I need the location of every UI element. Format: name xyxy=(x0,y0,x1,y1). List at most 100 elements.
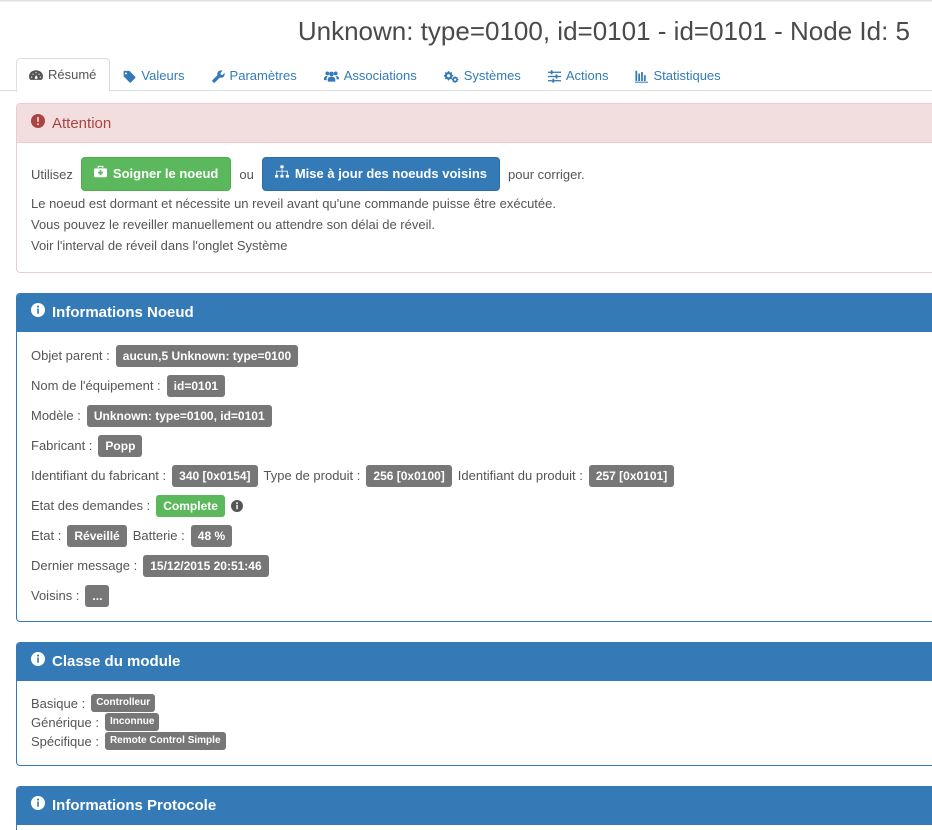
battery-value: 48 % xyxy=(190,525,233,547)
attention-note-line-2: Vous pouvez le reveiller manuellement ou… xyxy=(31,217,435,232)
update-neighbors-button[interactable]: Mise à jour des noeuds voisins xyxy=(261,157,501,191)
tag-icon xyxy=(123,70,136,83)
product-id-value: 257 [0x0101] xyxy=(588,465,675,487)
state-value: Réveillé xyxy=(67,525,127,547)
row-product-identifiers: Identifiant du fabricant : 340 [0x0154] … xyxy=(31,465,918,487)
manufacturer-label: Fabricant : xyxy=(31,438,93,453)
page-title-container: Unknown: type=0100, id=0101 - id=0101 - … xyxy=(0,14,932,48)
attention-actions-line: Utilisez Soigner le noeud ou Mise à jour… xyxy=(31,157,918,191)
device-name-value: id=0101 xyxy=(166,375,226,397)
dashboard-icon xyxy=(29,69,43,82)
tab-systemes[interactable]: Systèmes xyxy=(431,59,535,92)
attention-alert-title: Attention xyxy=(52,114,112,132)
product-type-value: 256 [0x0100] xyxy=(366,465,452,487)
window-top-border-inner xyxy=(0,1,932,2)
sliders-icon xyxy=(547,69,561,83)
device-name-label: Nom de l'équipement : xyxy=(31,378,161,393)
generic-class-label: Générique : xyxy=(31,714,99,730)
queries-info-icon[interactable] xyxy=(230,500,243,512)
row-device-name: Nom de l'équipement : id=0101 xyxy=(31,375,918,397)
row-last-message: Dernier message : 15/12/2015 20:51:46 xyxy=(31,555,918,577)
basic-class-label: Basique : xyxy=(31,695,86,711)
row-state-battery: Etat : Réveillé Batterie : 48 % xyxy=(31,525,918,547)
wrench-icon xyxy=(211,69,225,83)
parent-object-value: aucun,5 Unknown: type=0100 xyxy=(115,345,299,367)
row-specific-class: Spécifique : Remote Control Simple xyxy=(31,732,918,750)
tab-label: Associations xyxy=(343,68,417,83)
protocol-information-body: Vitesse maximale de communication du mod… xyxy=(17,825,932,830)
tab-statistiques[interactable]: Statistiques xyxy=(622,59,734,92)
page-title: Unknown: type=0100, id=0101 - id=0101 - … xyxy=(297,16,910,46)
last-message-value: 15/12/2015 20:51:46 xyxy=(143,555,269,577)
row-queries-state: Etat des demandes : Complete xyxy=(31,495,918,517)
queries-state-label: Etat des demandes : xyxy=(31,498,151,513)
tab-valeurs[interactable]: Valeurs xyxy=(110,59,198,92)
attention-note-line-3: Voir l'interval de réveil dans l'onglet … xyxy=(31,238,288,253)
attention-conjunction-text: ou xyxy=(239,166,254,182)
tab-label: Systèmes xyxy=(463,68,521,83)
attention-alert-panel: Attention Utilisez Soigner le noeud ou M… xyxy=(16,103,932,273)
tab-list: Résumé Valeurs Paramètres Associations S xyxy=(16,58,932,92)
row-basic-class: Basique : Controlleur xyxy=(31,694,918,712)
tab-resume[interactable]: Résumé xyxy=(16,58,111,92)
exclamation-circle-icon xyxy=(31,114,45,132)
info-circle-icon xyxy=(31,303,45,323)
module-class-panel: Classe du module Basique : Controlleur G… xyxy=(16,642,932,766)
model-label: Modèle : xyxy=(31,408,81,423)
update-neighbors-button-label: Mise à jour des noeuds voisins xyxy=(294,166,488,181)
manufacturer-id-label: Identifiant du fabricant : xyxy=(31,468,167,483)
heal-node-button[interactable]: Soigner le noeud xyxy=(80,157,232,191)
state-label: Etat : xyxy=(31,528,62,543)
node-information-header: Informations Noeud xyxy=(17,294,932,332)
tab-parametres[interactable]: Paramètres xyxy=(199,59,311,92)
tab-actions[interactable]: Actions xyxy=(535,59,623,92)
attention-suffix-text: pour corriger. xyxy=(508,166,585,182)
row-neighbors: Voisins : ... xyxy=(31,585,918,607)
node-information-panel: Informations Noeud Objet parent : aucun,… xyxy=(16,293,932,622)
protocol-information-header: Informations Protocole xyxy=(17,787,932,825)
basic-class-value: Controlleur xyxy=(91,694,156,712)
tab-label: Paramètres xyxy=(229,68,297,83)
product-id-label: Identifiant du produit : xyxy=(457,468,583,483)
generic-class-value: Inconnue xyxy=(104,713,160,731)
tab-bar: Résumé Valeurs Paramètres Associations S xyxy=(0,58,932,92)
attention-alert-body: Utilisez Soigner le noeud ou Mise à jour… xyxy=(17,143,932,272)
specific-class-label: Spécifique : xyxy=(31,733,99,749)
manufacturer-id-value: 340 [0x0154] xyxy=(172,465,258,487)
tab-associations[interactable]: Associations xyxy=(311,59,431,92)
manufacturer-value: Popp xyxy=(98,435,143,457)
parent-object-label: Objet parent : xyxy=(31,348,110,363)
neighbors-label: Voisins : xyxy=(31,588,80,603)
protocol-information-panel: Informations Protocole Vitesse maximale … xyxy=(16,786,932,830)
node-information-title: Informations Noeud xyxy=(52,304,194,321)
heal-node-button-label: Soigner le noeud xyxy=(112,166,219,181)
battery-label: Batterie : xyxy=(132,528,185,543)
medkit-icon xyxy=(93,165,107,183)
info-circle-icon xyxy=(31,652,45,672)
users-icon xyxy=(323,70,339,83)
row-manufacturer: Fabricant : Popp xyxy=(31,435,918,457)
product-type-label: Type de produit : xyxy=(263,468,361,483)
attention-prefix-text: Utilisez xyxy=(31,166,73,182)
protocol-information-title: Informations Protocole xyxy=(52,797,217,814)
module-class-title: Classe du module xyxy=(52,653,181,670)
attention-note-line-1: Le noeud est dormant et nécessite un rev… xyxy=(31,196,556,211)
neighbors-value[interactable]: ... xyxy=(85,585,110,607)
row-model: Modèle : Unknown: type=0100, id=0101 xyxy=(31,405,918,427)
node-information-body: Objet parent : aucun,5 Unknown: type=010… xyxy=(17,332,932,621)
tab-label: Résumé xyxy=(48,67,97,82)
sitemap-icon xyxy=(274,165,289,183)
row-parent-object: Objet parent : aucun,5 Unknown: type=010… xyxy=(31,345,918,367)
module-class-header: Classe du module xyxy=(17,643,932,681)
info-circle-icon xyxy=(31,796,45,816)
attention-alert-header: Attention xyxy=(17,104,932,143)
tab-label: Statistiques xyxy=(653,68,721,83)
tab-label: Valeurs xyxy=(141,68,185,83)
queries-state-value: Complete xyxy=(156,495,225,517)
bar-chart-icon xyxy=(635,70,649,83)
module-class-body: Basique : Controlleur Générique : Inconn… xyxy=(17,681,932,765)
model-value: Unknown: type=0100, id=0101 xyxy=(86,405,272,427)
tab-label: Actions xyxy=(565,68,609,83)
specific-class-value: Remote Control Simple xyxy=(104,732,226,750)
row-generic-class: Générique : Inconnue xyxy=(31,713,918,731)
